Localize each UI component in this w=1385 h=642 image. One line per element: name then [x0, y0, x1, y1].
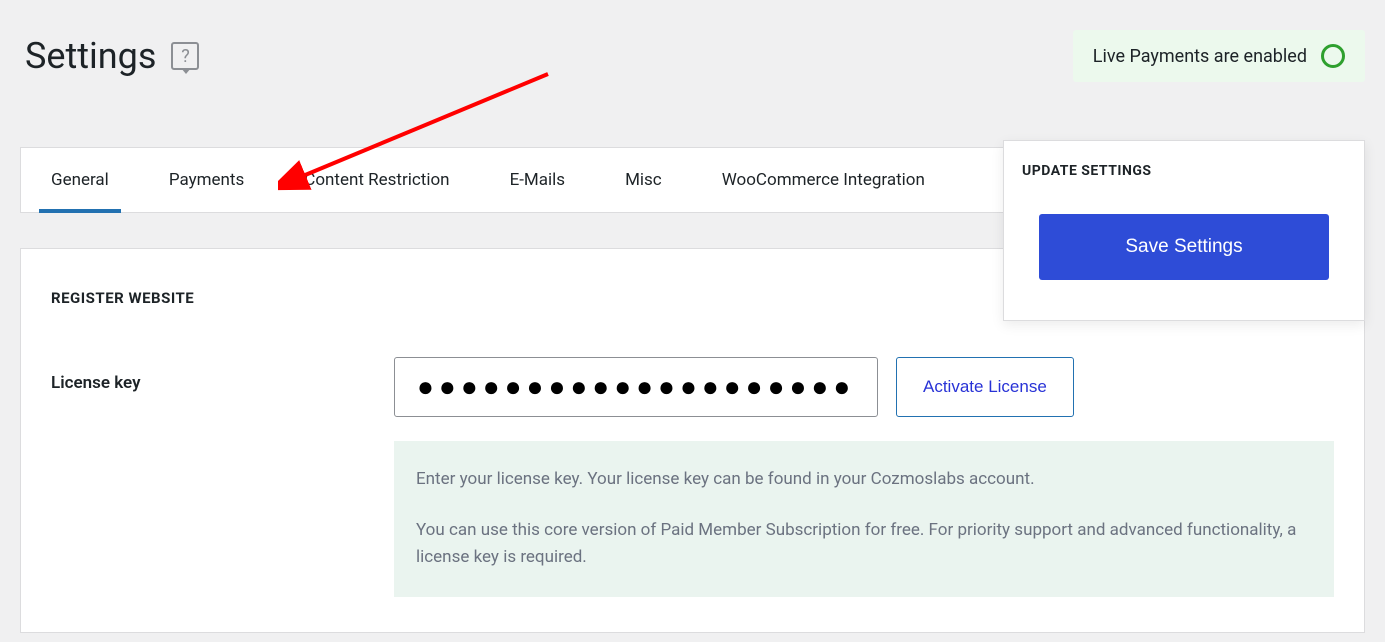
- update-settings-body: Save Settings: [1004, 179, 1364, 320]
- tab-general[interactable]: General: [21, 148, 139, 212]
- license-row: License key Activate License Enter your …: [51, 357, 1334, 597]
- update-settings-panel: UPDATE SETTINGS Save Settings: [1003, 140, 1365, 321]
- hint-text-2: You can use this core version of Paid Me…: [416, 517, 1312, 571]
- update-settings-heading: UPDATE SETTINGS: [1004, 141, 1364, 179]
- license-hint-box: Enter your license key. Your license key…: [394, 441, 1334, 597]
- tab-content-restriction[interactable]: Content Restriction: [274, 148, 479, 212]
- status-circle-icon: [1321, 44, 1345, 68]
- tab-misc[interactable]: Misc: [595, 148, 692, 212]
- license-input-row: Activate License: [394, 357, 1334, 417]
- license-key-input[interactable]: [394, 357, 878, 417]
- tab-woocommerce[interactable]: WooCommerce Integration: [692, 148, 955, 212]
- save-settings-button[interactable]: Save Settings: [1039, 214, 1329, 280]
- help-icon[interactable]: ?: [171, 42, 199, 70]
- header-left: Settings ?: [25, 35, 199, 77]
- activate-license-button[interactable]: Activate License: [896, 357, 1074, 417]
- page-title: Settings: [25, 35, 156, 77]
- hint-text-1: Enter your license key. Your license key…: [416, 466, 1312, 493]
- status-text: Live Payments are enabled: [1093, 46, 1307, 67]
- tab-emails[interactable]: E-Mails: [480, 148, 596, 212]
- license-label: License key: [51, 357, 394, 393]
- status-badge: Live Payments are enabled: [1073, 30, 1365, 82]
- page-header: Settings ? Live Payments are enabled: [0, 0, 1385, 102]
- license-controls: Activate License Enter your license key.…: [394, 357, 1334, 597]
- tab-payments[interactable]: Payments: [139, 148, 274, 212]
